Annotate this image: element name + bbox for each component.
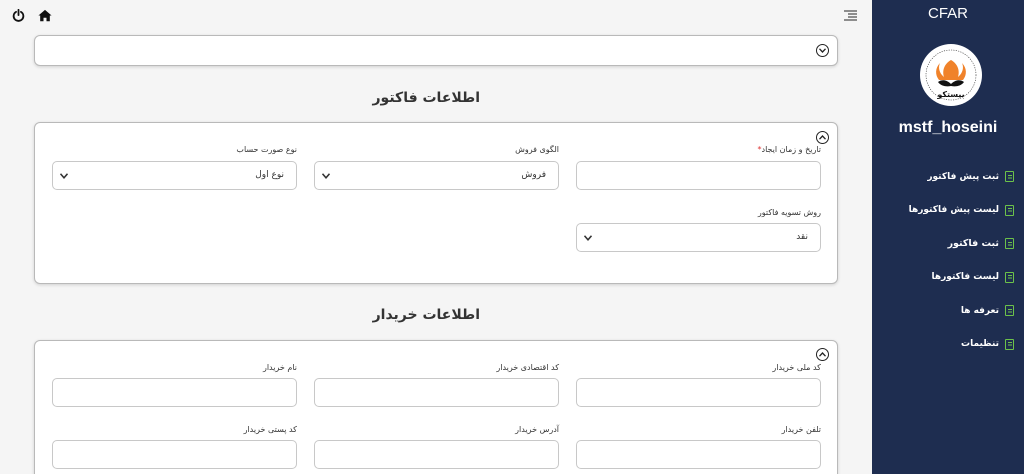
invoice-type-label: نوع صورت حساب	[236, 145, 297, 154]
username: mstf_hoseini	[898, 119, 998, 136]
sidebar-item-label: تعرفه ها	[960, 305, 999, 316]
buyer-national-id-input[interactable]	[576, 378, 821, 407]
sidebar-item-label: ثبت فاکتور	[947, 238, 999, 250]
buyer-info-panel: کد ملی خریدار کد اقتصادی خریدار نام خرید…	[34, 340, 838, 474]
logo-text: بیستکو	[936, 90, 964, 99]
document-icon	[1005, 338, 1014, 350]
sidebar: CFAR بیستکو mstf_hoseini ثبت پیش فاکتور …	[872, 0, 1024, 474]
buyer-address-label: آدرس خریدار	[515, 425, 559, 434]
sales-pattern-select[interactable]: فروش	[314, 161, 559, 190]
buyer-economic-code-input[interactable]	[314, 378, 559, 407]
chevron-up-icon[interactable]	[816, 348, 829, 361]
created-datetime-label-text: تاریخ و زمان ایجاد	[761, 145, 821, 154]
document-icon	[1005, 271, 1014, 283]
filter-panel	[34, 35, 838, 66]
sidebar-item-label: ثبت پیش فاکتور	[927, 171, 999, 182]
sidebar-item-invoice-list[interactable]: لیست فاکتورها	[874, 261, 1014, 295]
sales-pattern-value: فروش	[521, 170, 546, 180]
buyer-postal-code-input[interactable]	[52, 440, 297, 469]
invoice-type-select[interactable]: نوع اول	[52, 161, 297, 190]
sidebar-menu: ثبت پیش فاکتور لیست پیش فاکتورها ثبت فاک…	[874, 160, 1014, 361]
sidebar-item-tariffs[interactable]: تعرفه ها	[874, 294, 1014, 328]
sidebar-item-label: لیست فاکتورها	[931, 272, 1000, 283]
sidebar-item-create-invoice[interactable]: ثبت فاکتور	[874, 227, 1014, 261]
document-icon	[1005, 204, 1014, 216]
buyer-phone-input[interactable]	[576, 440, 821, 469]
chevron-down-icon[interactable]	[816, 44, 829, 57]
invoice-section-title: اطلاعات فاکتور	[372, 90, 481, 106]
menu-toggle-icon[interactable]	[843, 8, 857, 22]
app-title: CFAR	[927, 5, 968, 22]
created-datetime-label: تاریخ و زمان ایجاد*	[758, 145, 821, 154]
invoice-info-panel: تاریخ و زمان ایجاد* الگوی فروش فروش نوع …	[34, 122, 838, 284]
settlement-method-label: روش تسویه فاکتور	[757, 208, 821, 217]
buyer-phone-label: تلفن خریدار	[781, 425, 821, 434]
company-logo: بیستکو	[920, 44, 982, 106]
home-icon[interactable]	[38, 8, 52, 22]
chevron-down-icon	[584, 235, 592, 241]
buyer-name-label: نام خریدار	[262, 363, 297, 372]
settlement-method-select[interactable]: نقد	[576, 223, 821, 252]
sidebar-item-proforma-list[interactable]: لیست پیش فاکتورها	[874, 194, 1014, 228]
sales-pattern-label: الگوی فروش	[515, 145, 559, 154]
buyer-postal-code-label: کد پستی خریدار	[243, 425, 297, 434]
document-icon	[1005, 171, 1014, 183]
sidebar-item-label: تنظیمات	[961, 339, 999, 350]
chevron-up-icon[interactable]	[816, 131, 829, 144]
buyer-name-input[interactable]	[52, 378, 297, 407]
chevron-down-icon	[60, 173, 68, 179]
invoice-type-value: نوع اول	[255, 170, 284, 180]
buyer-economic-code-label: کد اقتصادی خریدار	[496, 363, 559, 372]
settlement-method-value: نقد	[796, 232, 808, 242]
sidebar-item-settings[interactable]: تنظیمات	[874, 328, 1014, 362]
buyer-national-id-label: کد ملی خریدار	[772, 363, 821, 372]
top-bar	[0, 0, 872, 32]
sidebar-item-label: لیست پیش فاکتورها	[908, 205, 999, 216]
chevron-down-icon	[322, 173, 330, 179]
document-icon	[1005, 238, 1014, 250]
document-icon	[1005, 305, 1014, 317]
sidebar-item-create-proforma[interactable]: ثبت پیش فاکتور	[874, 160, 1014, 194]
buyer-address-input[interactable]	[314, 440, 559, 469]
buyer-section-title: اطلاعات خریدار	[372, 307, 480, 323]
power-icon[interactable]	[11, 8, 25, 22]
created-datetime-input[interactable]	[576, 161, 821, 190]
